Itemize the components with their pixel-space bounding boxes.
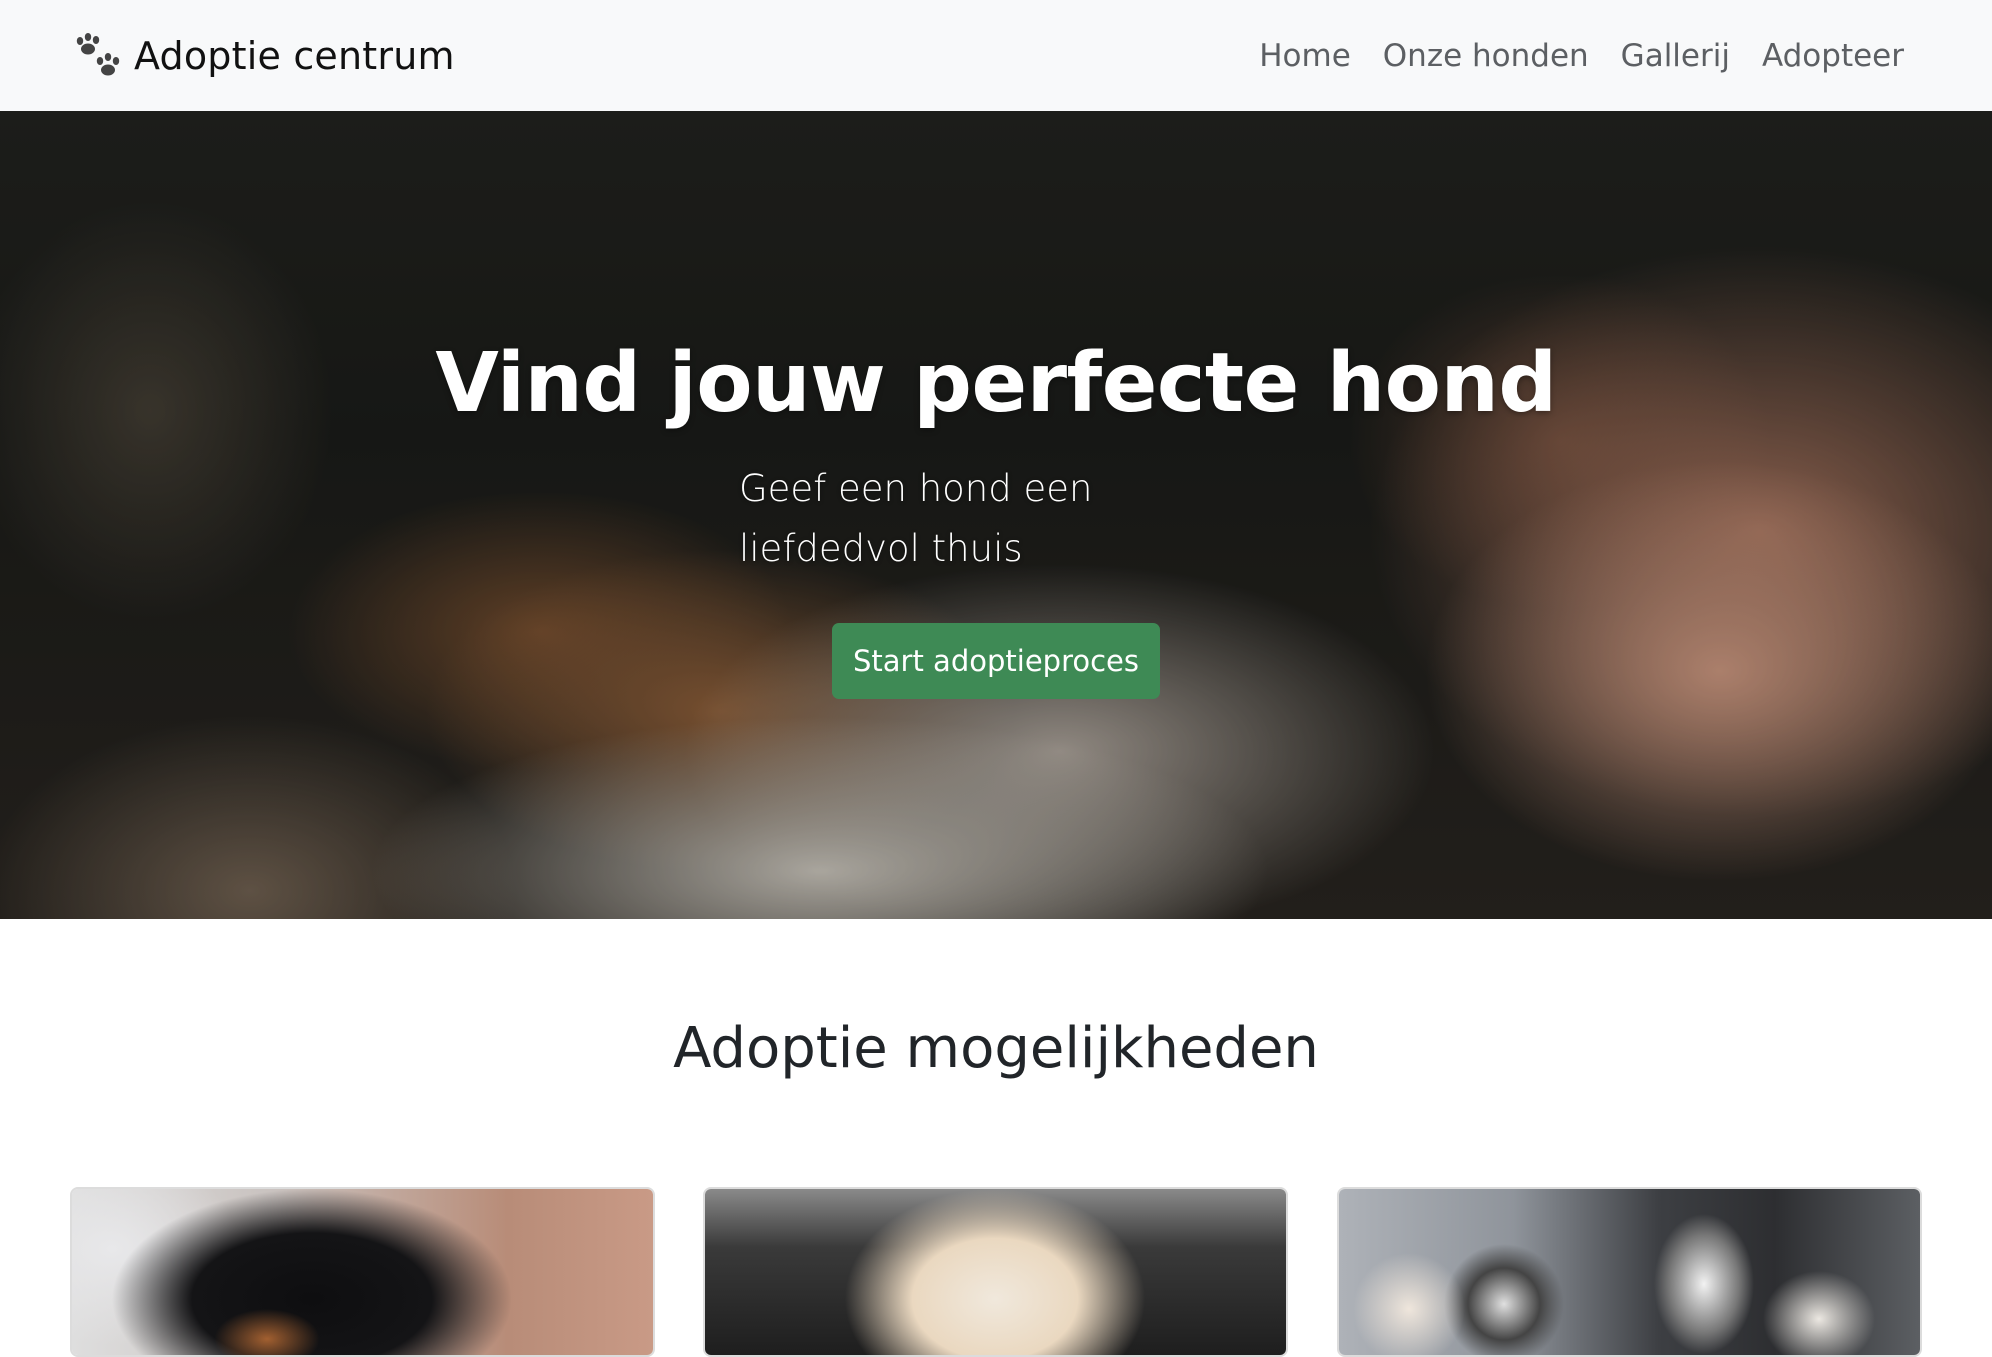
paw-icon (76, 32, 120, 75)
hero-banner: Vind jouw perfecte hond Geef een hond ee… (0, 111, 1992, 919)
brand-text: Adoptie centrum (134, 33, 455, 78)
nav-links: Home Onze honden Gallerij Adopteer (1259, 38, 1904, 74)
adoption-card[interactable] (703, 1187, 1288, 1357)
adoption-card[interactable] (1337, 1187, 1922, 1357)
dog-photo (72, 1189, 653, 1355)
nav-link-home[interactable]: Home (1259, 38, 1351, 74)
hero-subtitle: Geef een hond een liefdedvol thuis (739, 467, 1093, 570)
puppies-photo (1339, 1189, 1920, 1355)
navbar: Adoptie centrum Home Onze honden Galleri… (0, 0, 1992, 111)
section-title: Adoptie mogelijkheden (673, 1016, 1319, 1081)
hero-content: Vind jouw perfecte hond Geef een hond ee… (0, 111, 1992, 919)
start-adoption-button[interactable]: Start adoptieproces (832, 623, 1160, 699)
hero-title: Vind jouw perfecte hond (435, 336, 1557, 431)
nav-link-gallerij[interactable]: Gallerij (1621, 38, 1730, 74)
brand-link[interactable]: Adoptie centrum (70, 31, 455, 81)
nav-link-onze-honden[interactable]: Onze honden (1383, 38, 1589, 74)
adoption-cards (70, 1187, 1922, 1357)
dog-photo (705, 1189, 1286, 1355)
adoption-card[interactable] (70, 1187, 655, 1357)
nav-link-adopteer[interactable]: Adopteer (1762, 38, 1904, 74)
